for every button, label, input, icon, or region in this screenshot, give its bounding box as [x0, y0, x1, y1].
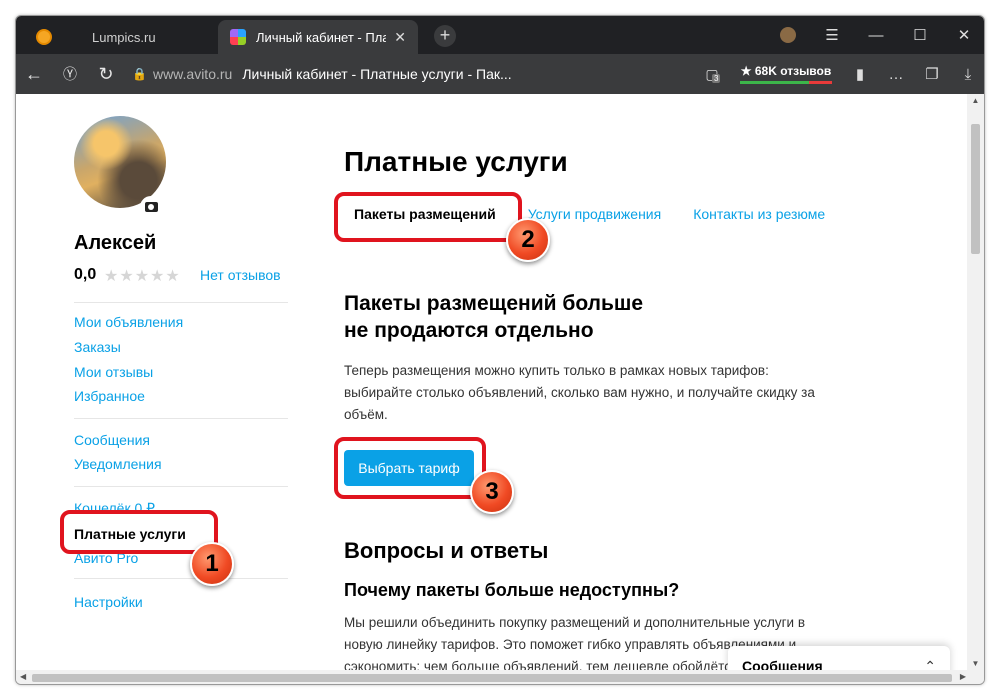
window-controls: ☰ — ☐ ✕ — [766, 16, 984, 54]
url-page-title[interactable]: Личный кабинет - Платные услуги - Пак... — [242, 66, 511, 82]
highlight-box-step2 — [334, 192, 522, 242]
divider — [74, 578, 288, 579]
user-avatar[interactable] — [74, 116, 166, 208]
horizontal-scroll-thumb[interactable] — [32, 674, 952, 682]
vertical-scrollbar[interactable]: ▲ ▼ — [967, 94, 984, 670]
scroll-left-icon[interactable]: ◀ — [20, 672, 26, 681]
tab-resume-contacts[interactable]: Контакты из резюме — [693, 206, 825, 222]
yandex-icon[interactable]: Ⓨ — [52, 64, 88, 84]
download-icon[interactable]: ⤓ — [950, 66, 984, 83]
new-tab-button[interactable]: + — [434, 25, 456, 47]
notice-text: Теперь размещения можно купить только в … — [344, 363, 815, 422]
vertical-scroll-thumb[interactable] — [971, 124, 980, 254]
notice-title-line2: не продаются отдельно — [344, 319, 594, 342]
profile-avatar-icon[interactable] — [780, 27, 796, 43]
site-reviews[interactable]: ★ 68K отзывов — [740, 64, 832, 84]
faq-question: Почему пакеты больше недоступны? — [344, 580, 680, 600]
faq-title: Вопросы и ответы — [344, 538, 549, 563]
messages-panel[interactable]: Сообщения ⌃ — [728, 646, 950, 670]
page-content: Алексей 0,0 ★★★★★ Нет отзывов Мои объявл… — [16, 94, 969, 670]
scroll-up-icon[interactable]: ▲ — [967, 96, 984, 105]
camera-icon[interactable] — [140, 196, 162, 218]
menu-icon[interactable]: ☰ — [810, 26, 854, 44]
tabs-count: 3 — [712, 73, 721, 83]
close-window-button[interactable]: ✕ — [942, 26, 984, 44]
maximize-button[interactable]: ☐ — [898, 26, 942, 44]
tab-avito[interactable]: Личный кабинет - Плат ✕ — [218, 20, 418, 54]
no-reviews-link[interactable]: Нет отзывов — [200, 267, 281, 283]
highlight-box-step3 — [334, 437, 486, 499]
sidebar-item-my-reviews[interactable]: Мои отзывы — [74, 364, 153, 380]
horizontal-scrollbar[interactable]: ◀ ▶ — [16, 670, 984, 684]
lock-icon[interactable]: 🔒 — [132, 67, 147, 81]
tab-title: Личный кабинет - Плат — [256, 29, 387, 45]
avito-favicon-icon — [230, 29, 246, 45]
tab-promotion[interactable]: Услуги продвижения — [528, 206, 662, 222]
sidebar-item-orders[interactable]: Заказы — [74, 339, 121, 355]
rating-value: 0,0 — [74, 266, 97, 283]
reviews-label: ★ 68K отзывов — [740, 64, 832, 78]
highlight-box-step1 — [60, 510, 218, 554]
close-tab-icon[interactable]: ✕ — [394, 29, 406, 46]
reload-icon[interactable]: ↻ — [88, 64, 124, 85]
minimize-button[interactable]: — — [854, 27, 898, 44]
tabs-counter-icon[interactable]: ▢3 — [694, 66, 730, 83]
lumpics-favicon-icon — [36, 29, 52, 45]
collections-icon[interactable]: ❐ — [914, 65, 950, 83]
tab-title: Lumpics.ru — [92, 29, 156, 45]
scroll-down-icon[interactable]: ▼ — [967, 659, 984, 668]
bookmark-icon[interactable]: ▮ — [842, 65, 878, 83]
url-domain[interactable]: www.avito.ru — [153, 66, 232, 82]
reviews-bar — [740, 81, 832, 84]
more-icon[interactable]: … — [878, 66, 914, 83]
sidebar-item-favorites[interactable]: Избранное — [74, 388, 145, 404]
sidebar-item-messages[interactable]: Сообщения — [74, 432, 150, 448]
tab-lumpics[interactable]: Lumpics.ru — [24, 20, 224, 54]
page-title: Платные услуги — [344, 146, 568, 177]
step-2-badge: 2 — [506, 218, 550, 262]
rating-stars-icon: ★★★★★ — [104, 268, 181, 285]
notice-title-line1: Пакеты размещений больше — [344, 292, 644, 315]
messages-panel-label: Сообщения — [742, 658, 823, 670]
sidebar-item-settings[interactable]: Настройки — [74, 594, 143, 610]
browser-window: Lumpics.ru Личный кабинет - Плат ✕ + ☰ —… — [15, 15, 985, 685]
scroll-right-icon[interactable]: ▶ — [960, 672, 966, 681]
address-bar: ← Ⓨ ↻ 🔒 www.avito.ru Личный кабинет - Пл… — [16, 54, 984, 94]
sidebar-item-notifications[interactable]: Уведомления — [74, 456, 162, 472]
sidebar-item-my-ads[interactable]: Мои объявления — [74, 314, 183, 330]
back-icon[interactable]: ← — [16, 64, 52, 85]
tab-strip: Lumpics.ru Личный кабинет - Плат ✕ + ☰ —… — [16, 16, 984, 54]
divider — [74, 302, 288, 303]
step-1-badge: 1 — [190, 542, 234, 586]
chevron-up-icon[interactable]: ⌃ — [924, 658, 936, 671]
notice-title: Пакеты размещений больше не продаются от… — [344, 290, 764, 344]
user-name: Алексей — [74, 232, 157, 254]
address-actions: ▢3 ★ 68K отзывов ▮ … ❐ ⤓ — [694, 54, 984, 94]
divider — [74, 486, 288, 487]
step-3-badge: 3 — [470, 470, 514, 514]
divider — [74, 418, 288, 419]
